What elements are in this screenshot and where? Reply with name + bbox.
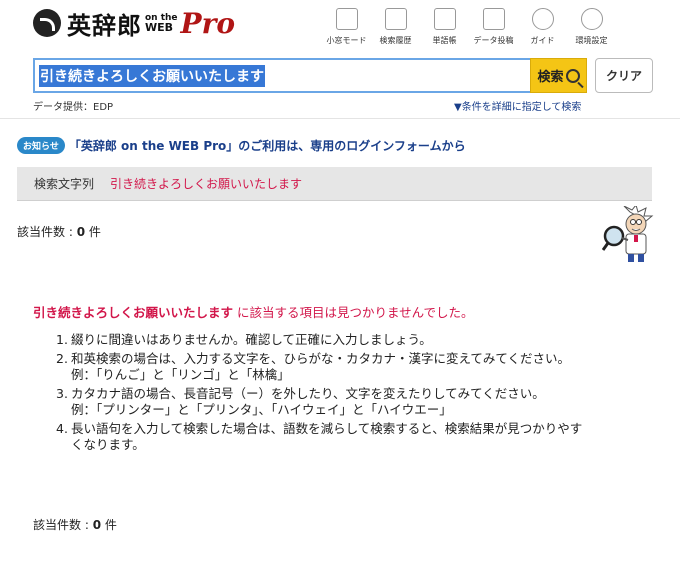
tip-item: 1. 綴りに間違いはありませんか。確認して正確に入力しましょう。 [56,332,432,347]
tool-settings[interactable]: 環境設定 [567,8,616,46]
no-result-query: 引き続きよろしくお願いいたします [33,305,234,320]
notice-badge: お知らせ [17,137,65,154]
toolbar: 小窓モード 検索履歴 単語帳 データ投稿 ガイド 環境設定 [322,8,616,46]
tool-history[interactable]: 検索履歴 [371,8,420,46]
site-logo[interactable]: 英辞郎 on the WEB Pro [33,6,235,40]
tip-item: 3. カタカナ語の場合、長音記号（ー）を外したり、文字を変えたりしてみてください… [56,386,545,417]
history-clock-icon [384,8,407,30]
logo-mark-icon [33,9,61,37]
tool-data-post[interactable]: データ投稿 [469,8,518,46]
data-post-icon [482,8,505,30]
help-question-icon [531,8,554,30]
tip-item: 2. 和英検索の場合は、入力する文字を、ひらがな・カタカナ・漢字に変えてみてくだ… [56,351,571,382]
logo-web: WEB [145,21,174,34]
advanced-search-link[interactable]: ▼条件を詳細に指定して検索 [454,98,581,113]
search-row: 引き続きよろしくお願いいたします 検索 クリア [33,58,653,93]
wordbook-icon [433,8,456,30]
notice: お知らせ 「英辞郎 on the WEB Pro」のご利用は、専用のログインフォ… [17,137,466,154]
tip-item: 4. 長い語句を入力して検索した場合は、語数を減らして検索すると、検索結果が見つ… [56,421,583,452]
gear-icon [580,8,603,30]
professor-mascot-icon [602,206,654,262]
tool-small-window[interactable]: 小窓モード [322,8,371,46]
search-input-value: 引き続きよろしくお願いいたします [39,64,265,87]
clear-button[interactable]: クリア [595,58,653,93]
header-divider [0,118,680,119]
tool-guide[interactable]: ガイド [518,8,567,46]
search-tips: 1. 綴りに間違いはありませんか。確認して正確に入力しましょう。 2. 和英検索… [56,332,646,456]
query-value: 引き続きよろしくお願いいたします [110,177,303,191]
search-input[interactable]: 引き続きよろしくお願いいたします [33,58,530,93]
logo-brand: 英辞郎 [67,11,142,40]
small-window-icon [335,8,358,30]
magnifier-icon [565,68,580,83]
result-count-bottom: 該当件数 : 0 件 [33,518,117,532]
result-count-top: 該当件数 : 0 件 [17,225,101,239]
query-label: 検索文字列 [34,177,95,191]
logo-pro: Pro [180,6,236,40]
data-provider: データ提供：EDP [33,102,114,113]
no-result-message: 引き続きよろしくお願いいたします に該当する項目は見つかりませんでした。 [33,305,474,320]
header: 英辞郎 on the WEB Pro 小窓モード 検索履歴 単語帳 データ投稿 … [0,0,680,122]
notice-link[interactable]: 「英辞郎 on the WEB Pro」のご利用は、専用のログインフォームから [69,137,466,154]
tool-wordbook[interactable]: 単語帳 [420,8,469,46]
query-bar: 検索文字列 引き続きよろしくお願いいたします [17,167,652,201]
search-button[interactable]: 検索 [530,58,587,93]
